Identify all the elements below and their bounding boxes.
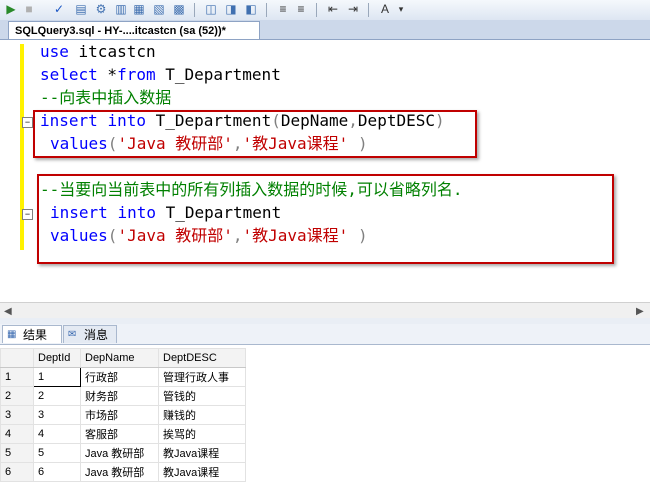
scroll-left-icon[interactable]: ◀	[4, 306, 12, 317]
cell-deptdesc[interactable]: 教Java课程	[158, 462, 246, 482]
row-number[interactable]: 6	[0, 462, 34, 482]
cell-depname[interactable]: Java 教研部	[80, 443, 159, 463]
query-editor[interactable]: use itcastcn select *from T_Department -…	[0, 40, 650, 302]
chevron-down-icon[interactable]: ▾	[394, 2, 408, 16]
tab-messages-label: 消息	[84, 328, 109, 342]
results-table: DeptId DepName DeptDESC 1 1 行政部 管理行政人事 2…	[0, 348, 246, 482]
toolbar-separator	[266, 3, 267, 17]
cell-deptid[interactable]: 4	[33, 424, 81, 444]
cell-depname[interactable]: 行政部	[80, 367, 159, 387]
row-number[interactable]: 2	[0, 386, 34, 406]
align-left-icon[interactable]: ≡	[276, 2, 290, 16]
stop-icon[interactable]: ■	[22, 2, 36, 16]
table-row[interactable]: 5 5 Java 教研部 教Java课程	[0, 443, 246, 463]
row-number[interactable]: 5	[0, 443, 34, 463]
table-row[interactable]: 3 3 市场部 赚钱的	[0, 405, 246, 425]
table-row[interactable]: 6 6 Java 教研部 教Java课程	[0, 462, 246, 482]
results-to-file-icon[interactable]: ▧	[152, 2, 166, 16]
tab-results-label: 结果	[23, 328, 48, 342]
cell-deptdesc[interactable]: 赚钱的	[158, 405, 246, 425]
table-row[interactable]: 2 2 财务部 管钱的	[0, 386, 246, 406]
toolbar-separator	[368, 3, 369, 17]
table-row[interactable]: 4 4 客服部 挨骂的	[0, 424, 246, 444]
comment-icon[interactable]: ▩	[172, 2, 186, 16]
cell-deptdesc[interactable]: 挨骂的	[158, 424, 246, 444]
tab-sqlquery3[interactable]: SQLQuery3.sql - HY-....itcastcn (sa (52)…	[8, 21, 260, 39]
keyword: use	[40, 42, 69, 61]
query-toolbar: ▶ ■ ✓ ▤ ⚙ ▥ ▦ ▧ ▩ ◫ ◨ ◧ ≡ ≡ ⇤ ⇥ A ▾	[0, 0, 650, 21]
toolbar-separator	[194, 3, 195, 17]
results-grid[interactable]: DeptId DepName DeptDESC 1 1 行政部 管理行政人事 2…	[0, 345, 650, 502]
column-header-depname[interactable]: DepName	[80, 348, 159, 368]
editor-horizontal-scrollbar[interactable]: ◀ ▶	[0, 302, 650, 319]
results-tab-strip: ▦ 结果 ✉ 消息	[0, 324, 650, 345]
column-header-deptdesc[interactable]: DeptDESC	[158, 348, 246, 368]
toolbar-separator	[316, 3, 317, 17]
results-to-text-icon[interactable]: ▥	[114, 2, 128, 16]
increase-indent-icon[interactable]: ⇥	[346, 2, 360, 16]
code-line-1: use itcastcn	[40, 42, 156, 62]
display-plan-icon[interactable]: ▤	[74, 2, 88, 16]
code-line-2: select *from T_Department	[40, 65, 281, 85]
table-row[interactable]: 1 1 行政部 管理行政人事	[0, 367, 246, 387]
uncomment-icon[interactable]: ◫	[204, 2, 218, 16]
align-right-icon[interactable]: ≡	[294, 2, 308, 16]
cell-deptid[interactable]: 3	[33, 405, 81, 425]
cell-depname[interactable]: 客服部	[80, 424, 159, 444]
keyword: from	[117, 65, 156, 84]
highlight-box-insert-with-columns	[33, 110, 477, 158]
check-icon[interactable]: ✓	[52, 2, 66, 16]
outdent-icon[interactable]: ◧	[244, 2, 258, 16]
highlight-box-insert-without-columns	[37, 174, 614, 264]
row-header-corner	[0, 348, 34, 368]
tab-messages[interactable]: ✉ 消息	[63, 325, 117, 343]
row-number[interactable]: 1	[0, 367, 34, 387]
cell-depname[interactable]: 市场部	[80, 405, 159, 425]
tab-results[interactable]: ▦ 结果	[2, 325, 62, 343]
cell-deptid[interactable]: 6	[33, 462, 81, 482]
cell-deptid[interactable]: 1	[33, 367, 81, 387]
row-number[interactable]: 4	[0, 424, 34, 444]
collapse-icon[interactable]: −	[22, 209, 33, 220]
cell-depname[interactable]: Java 教研部	[80, 462, 159, 482]
cell-deptdesc[interactable]: 教Java课程	[158, 443, 246, 463]
cell-deptdesc[interactable]: 管理行政人事	[158, 367, 246, 387]
row-number[interactable]: 3	[0, 405, 34, 425]
query-options-icon[interactable]: ⚙	[94, 2, 108, 16]
decrease-indent-icon[interactable]: ⇤	[326, 2, 340, 16]
results-to-grid-icon[interactable]: ▦	[132, 2, 146, 16]
code-line-3: --向表中插入数据	[40, 88, 172, 107]
scroll-right-icon[interactable]: ▶	[636, 306, 644, 317]
header-row: DeptId DepName DeptDESC	[0, 348, 246, 368]
cell-depname[interactable]: 财务部	[80, 386, 159, 406]
cell-deptid[interactable]: 2	[33, 386, 81, 406]
specify-values-icon[interactable]: A	[378, 2, 392, 16]
indent-icon[interactable]: ◨	[224, 2, 238, 16]
collapse-icon[interactable]: −	[22, 117, 33, 128]
cell-deptid[interactable]: 5	[33, 443, 81, 463]
cell-deptdesc[interactable]: 管钱的	[158, 386, 246, 406]
editor-gutter	[0, 40, 20, 302]
identifier: *	[97, 65, 118, 84]
messages-icon: ✉	[68, 329, 77, 340]
identifier: T_Department	[155, 65, 281, 84]
execute-icon[interactable]: ▶	[4, 2, 18, 16]
column-header-deptid[interactable]: DeptId	[33, 348, 81, 368]
identifier: itcastcn	[68, 42, 156, 61]
keyword: select	[40, 65, 98, 84]
grid-icon: ▦	[7, 329, 17, 340]
